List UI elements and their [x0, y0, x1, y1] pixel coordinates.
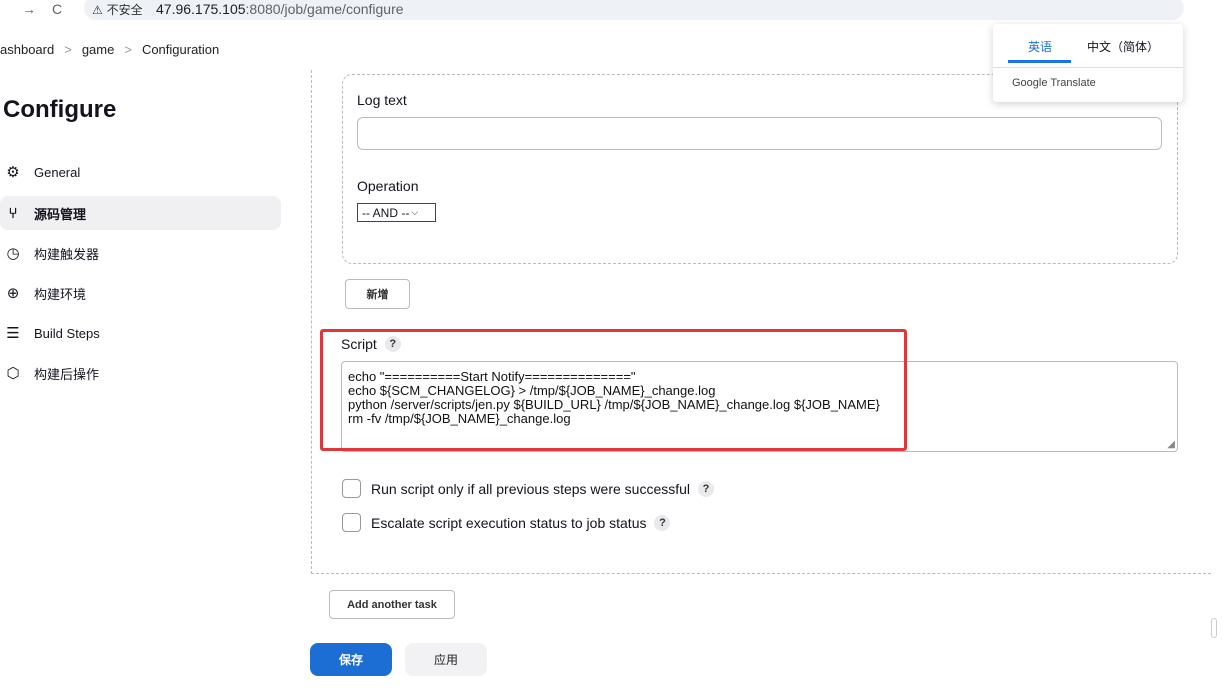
chevron-down-icon: ⌵ — [411, 207, 419, 217]
script-line: rm -fv /tmp/${JOB_NAME}_change.log — [348, 411, 571, 426]
sidebar-item-environment[interactable]: ⊕ 构建环境 — [0, 276, 281, 310]
log-text-input[interactable] — [357, 117, 1162, 150]
resize-grip-icon[interactable]: ◢ — [1167, 439, 1175, 450]
breadcrumb-dashboard[interactable]: ashboard — [0, 42, 54, 57]
address-bar[interactable]: ⚠ 不安全 47.96.175.105:8080/job/game/config… — [84, 0, 1184, 20]
script-line: python /server/scripts/jen.py ${BUILD_UR… — [348, 397, 880, 412]
sidebar-item-general[interactable]: ⚙ General — [0, 155, 281, 189]
google-translate-brand: Google Translate — [1012, 77, 1096, 89]
save-button[interactable]: 保存 — [310, 643, 392, 676]
checkbox[interactable] — [342, 479, 361, 498]
script-label-row: Script ? — [341, 336, 401, 352]
clock-icon: ◷ — [6, 244, 20, 262]
sidebar-item-label: 构建后操作 — [34, 366, 100, 382]
sidebar-item-label: 构建环境 — [34, 286, 87, 302]
add-condition-button[interactable]: 新增 — [345, 279, 410, 309]
checkbox-label: Escalate script execution status to job … — [371, 514, 647, 531]
help-icon[interactable]: ? — [384, 336, 401, 352]
page-title: Configure — [3, 96, 117, 123]
branch-icon: ⑂ — [8, 204, 18, 222]
log-text-label: Log text — [357, 92, 407, 108]
url-path: :8080/job/game/configure — [245, 1, 404, 17]
operation-label: Operation — [357, 178, 419, 194]
checkbox-row-escalate-status[interactable]: Escalate script execution status to job … — [342, 513, 671, 532]
tab-chinese[interactable]: 中文（简体） — [1087, 38, 1159, 55]
url-text[interactable]: 47.96.175.105:8080/job/game/configure — [156, 1, 404, 17]
translate-popup: 英语 中文（简体） Google Translate — [993, 24, 1183, 102]
sidebar-item-label: General — [34, 164, 81, 180]
gear-icon: ⚙ — [6, 163, 20, 181]
sidebar-item-label: Build Steps — [34, 325, 100, 341]
url-host: 47.96.175.105 — [156, 1, 246, 17]
package-icon: ⬡ — [6, 364, 20, 382]
operation-select[interactable]: -- AND -- ⌵ — [357, 203, 436, 222]
divider — [993, 67, 1183, 68]
list-icon: ☰ — [6, 324, 20, 342]
checkbox[interactable] — [342, 513, 361, 532]
breadcrumb-configuration[interactable]: Configuration — [142, 42, 219, 57]
script-label: Script — [341, 336, 377, 352]
globe-icon: ⊕ — [6, 284, 20, 302]
apply-button[interactable]: 应用 — [405, 643, 487, 676]
sidebar-item-build-steps[interactable]: ☰ Build Steps — [0, 316, 281, 350]
breadcrumb: ashboard > game > Configuration — [0, 42, 219, 57]
help-icon[interactable]: ? — [654, 514, 671, 531]
breadcrumb-separator: > — [124, 42, 132, 57]
tab-english[interactable]: 英语 — [1028, 38, 1052, 55]
checkbox-label: Run script only if all previous steps we… — [371, 480, 691, 497]
sidebar-item-label: 构建触发器 — [34, 246, 100, 262]
script-line: echo "==========Start Notify============… — [348, 369, 636, 384]
help-icon[interactable]: ? — [698, 480, 715, 497]
reload-icon[interactable]: C — [52, 1, 62, 17]
script-textarea[interactable]: echo "==========Start Notify============… — [341, 361, 1178, 452]
checkbox-row-run-if-successful[interactable]: Run script only if all previous steps we… — [342, 479, 715, 498]
sidebar-item-label: 源码管理 — [34, 206, 87, 222]
sidebar-item-scm[interactable]: ⑂ 源码管理 — [0, 196, 281, 230]
tab-indicator — [1008, 60, 1071, 63]
footer-bar — [0, 630, 1190, 690]
sidebar-item-triggers[interactable]: ◷ 构建触发器 — [0, 236, 281, 270]
breadcrumb-separator: > — [64, 42, 72, 57]
browser-toolbar: → C ⚠ 不安全 47.96.175.105:8080/job/game/co… — [0, 0, 1227, 20]
add-another-task-button[interactable]: Add another task — [329, 590, 455, 619]
operation-selected-value: -- AND -- — [362, 205, 410, 220]
not-secure-badge[interactable]: ⚠ 不安全 — [92, 1, 143, 18]
breadcrumb-game[interactable]: game — [82, 42, 115, 57]
sidebar-item-post-build[interactable]: ⬡ 构建后操作 — [0, 356, 281, 390]
condition-panel — [342, 74, 1178, 264]
script-line: echo ${SCM_CHANGELOG} > /tmp/${JOB_NAME}… — [348, 383, 716, 398]
forward-icon[interactable]: → — [22, 1, 36, 17]
scrollbar-edge[interactable] — [1211, 618, 1217, 638]
